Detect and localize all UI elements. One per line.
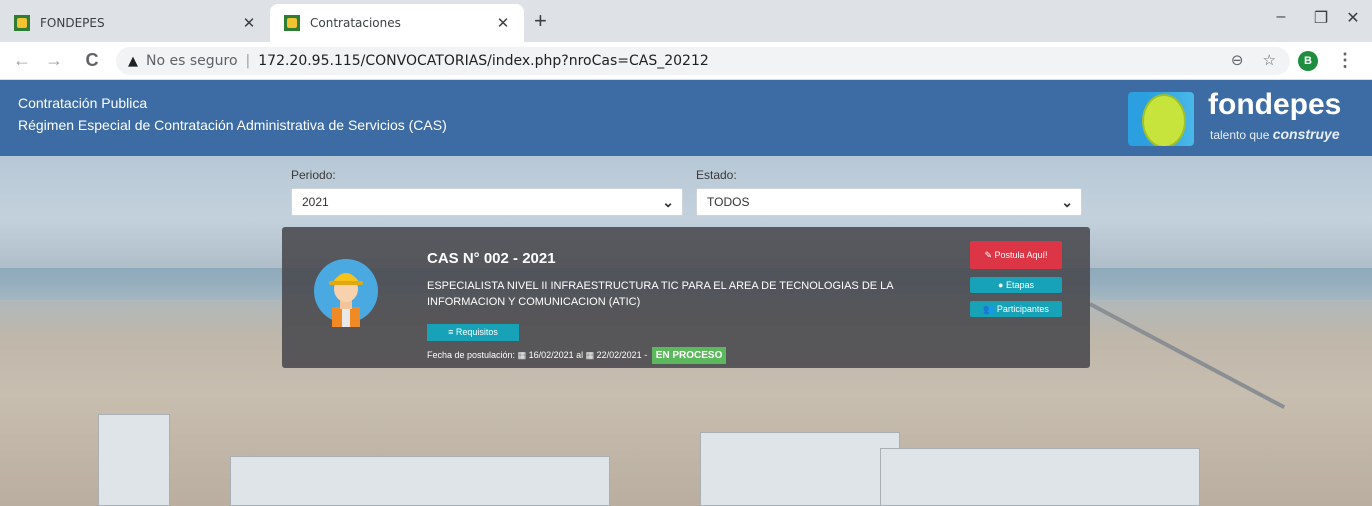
back-arrow-icon[interactable]: ← [10, 49, 34, 71]
address-bar[interactable]: ▲ No es seguro | 172.20.95.115/CONVOCATO… [116, 47, 1290, 75]
reload-icon[interactable]: C [80, 49, 104, 71]
participantes-button[interactable]: 👥 Participantes [970, 301, 1062, 317]
url-text[interactable]: 172.20.95.115/CONVOCATORIAS/index.php?nr… [258, 53, 709, 69]
chevron-down-icon: ⌄ [662, 194, 674, 210]
omnibox-actions: ⊖ ☆ [1231, 51, 1276, 69]
fondepes-favicon-icon [284, 15, 300, 31]
estado-label: Estado: [696, 168, 737, 182]
close-icon[interactable]: ✕ [240, 14, 258, 32]
etapas-button[interactable]: ● Etapas [970, 277, 1062, 293]
warning-icon[interactable]: ▲ [128, 54, 138, 69]
new-tab-button[interactable]: + [534, 10, 547, 32]
convocatoria-description: ESPECIALISTA NIVEL II INFRAESTRUCTURA TI… [427, 280, 894, 308]
periodo-label: Periodo: [291, 168, 336, 182]
header-title: Contratación Publica [18, 95, 148, 111]
tab-title: FONDEPES [40, 16, 105, 30]
separator: | [245, 53, 251, 69]
requisitos-button[interactable]: ≡ Requisitos [427, 324, 519, 341]
status-badge: EN PROCESO [651, 347, 727, 364]
browser-tab-contrataciones[interactable]: Contrataciones ✕ [270, 4, 524, 42]
header-subtitle: Régimen Especial de Contratación Adminis… [18, 117, 447, 133]
convocatoria-card: CAS N° 002 - 2021 ESPECIALISTA NIVEL II … [282, 227, 1090, 368]
estado-select[interactable]: TODOS ⌄ [696, 188, 1082, 216]
logo-name: fondepes [1208, 88, 1342, 121]
convocatoria-title: CAS N° 002 - 2021 [427, 250, 556, 267]
estado-value: TODOS [707, 195, 750, 209]
building [700, 432, 900, 506]
close-icon[interactable]: ✕ [494, 14, 512, 32]
date-start: ▦ 16/02/2021 [517, 350, 574, 360]
building [98, 414, 170, 506]
postulacion-dates: Fecha de postulación: ▦ 16/02/2021 al ▦ … [427, 346, 727, 364]
bookmark-star-icon[interactable]: ☆ [1263, 51, 1276, 69]
building [880, 448, 1200, 506]
chevron-down-icon: ⌄ [1061, 194, 1073, 210]
pier [1089, 302, 1286, 410]
window-close-button[interactable]: ✕ [1330, 8, 1372, 28]
building [230, 456, 610, 506]
periodo-value: 2021 [302, 195, 329, 209]
fondepes-favicon-icon [14, 15, 30, 31]
browser-tab-strip: FONDEPES ✕ Contrataciones ✕ + – ❐ ✕ [0, 0, 1372, 42]
page-header: Contratación Publica Régimen Especial de… [0, 80, 1372, 156]
menu-kebab-icon[interactable]: ⋮ [1336, 50, 1354, 70]
profile-avatar[interactable]: B [1298, 51, 1318, 71]
browser-tab-fondepes[interactable]: FONDEPES ✕ [0, 4, 270, 42]
fondepes-logo-icon [1128, 92, 1194, 146]
zoom-icon[interactable]: ⊖ [1231, 51, 1244, 69]
browser-toolbar: ← → C ▲ No es seguro | 172.20.95.115/CON… [0, 42, 1372, 80]
postula-aqui-button[interactable]: ✎ Postula Aquí! [970, 241, 1062, 269]
date-end: ▦ 22/02/2021 [585, 350, 642, 360]
logo-tagline: talento que construye [1210, 126, 1340, 142]
security-label[interactable]: No es seguro [146, 53, 238, 69]
engineer-avatar-icon [314, 259, 378, 327]
tab-title: Contrataciones [310, 16, 401, 30]
periodo-select[interactable]: 2021 ⌄ [291, 188, 683, 216]
forward-arrow-icon[interactable]: → [42, 49, 66, 71]
